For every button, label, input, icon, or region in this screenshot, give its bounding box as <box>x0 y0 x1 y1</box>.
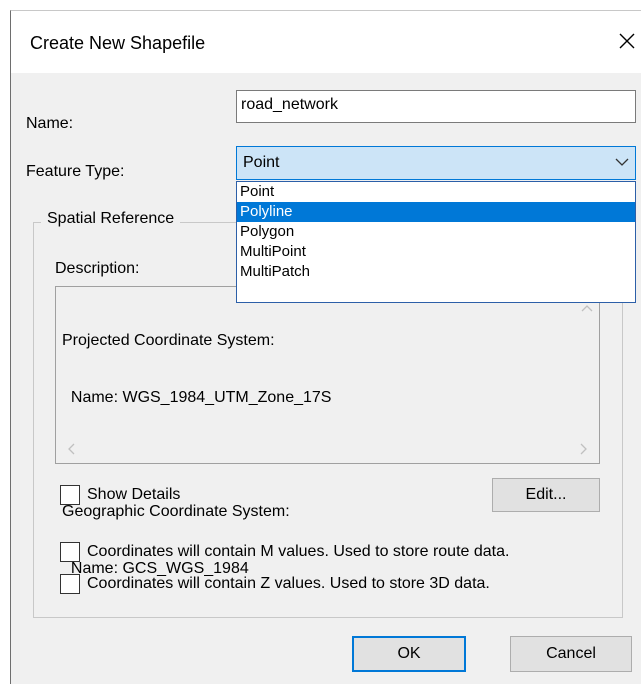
option-multipoint[interactable]: MultiPoint <box>237 242 635 262</box>
description-label: Description: <box>55 260 140 277</box>
scroll-left-icon[interactable] <box>66 443 76 455</box>
name-label: Name: <box>26 115 74 132</box>
z-values-label: Coordinates will contain Z values. Used … <box>87 575 490 592</box>
show-details-checkbox[interactable] <box>60 485 80 505</box>
description-line: Geographic Coordinate System: <box>62 503 290 520</box>
name-input[interactable]: road_network <box>236 90 636 123</box>
m-values-label: Coordinates will contain M values. Used … <box>87 543 510 560</box>
option-polyline[interactable]: Polyline <box>237 202 635 222</box>
cancel-button[interactable]: Cancel <box>510 636 632 672</box>
ok-button[interactable]: OK <box>352 636 466 672</box>
dialog-title: Create New Shapefile <box>30 33 206 53</box>
scroll-right-icon[interactable] <box>579 443 589 455</box>
feature-type-label: Feature Type: <box>26 163 125 180</box>
title-bar: Create New Shapefile <box>11 11 641 73</box>
create-new-shapefile-dialog: Create New Shapefile Name: road_network … <box>10 10 641 684</box>
close-button[interactable] <box>612 25 641 57</box>
description-line: Projected Coordinate System: <box>62 332 275 349</box>
z-values-checkbox[interactable] <box>60 574 80 594</box>
description-line <box>62 445 331 464</box>
feature-type-selected-value: Point <box>243 154 280 171</box>
spatial-reference-legend: Spatial Reference <box>41 210 181 228</box>
option-polygon[interactable]: Polygon <box>237 222 635 242</box>
scroll-up-icon[interactable] <box>581 303 593 313</box>
option-point[interactable]: Point <box>237 182 635 202</box>
option-multipatch[interactable]: MultiPatch <box>237 262 635 282</box>
m-values-checkbox[interactable] <box>60 542 80 562</box>
edit-button[interactable]: Edit... <box>492 478 600 512</box>
close-icon <box>619 33 635 49</box>
description-line: Name: WGS_1984_UTM_Zone_17S <box>62 389 332 406</box>
description-box: Projected Coordinate System: Name: WGS_1… <box>55 286 600 577</box>
feature-type-dropdown-list: Point Polyline Polygon MultiPoint MultiP… <box>236 181 636 303</box>
feature-type-select[interactable]: Point <box>236 146 636 180</box>
show-details-label: Show Details <box>87 486 181 503</box>
chevron-down-icon <box>615 158 629 166</box>
